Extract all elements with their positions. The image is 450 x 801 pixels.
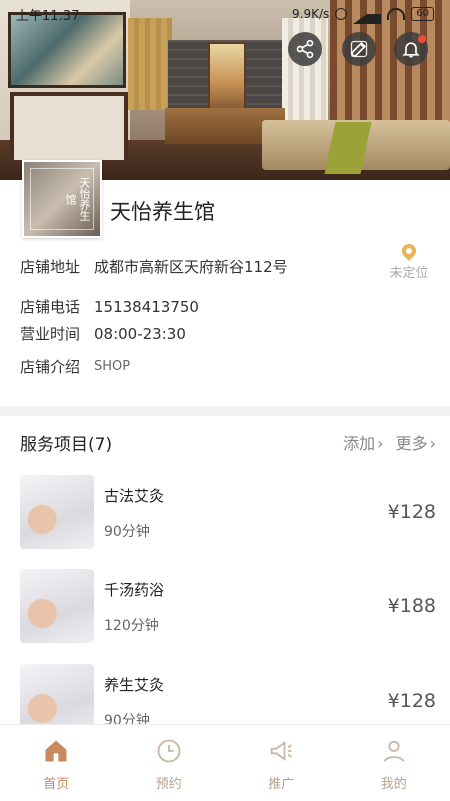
share-icon [295,39,315,59]
nav-mine-label: 我的 [381,777,407,792]
intro-label: 店铺介绍 [20,356,92,377]
service-name: 千汤药浴 [104,579,164,600]
status-bar: 上午11:37 9.9K/s 60 [0,0,450,26]
edit-icon [349,39,369,59]
bell-icon [401,39,421,59]
nav-booking[interactable]: 预约 [113,725,226,801]
status-time: 上午11:37 [16,5,79,24]
nav-booking-label: 预约 [156,777,182,792]
notification-badge [418,35,426,43]
service-price: ¥128 [388,501,436,523]
service-duration: 120分钟 [104,615,159,635]
location-button[interactable]: 未定位 [384,244,434,281]
section-divider [0,406,450,416]
intro-value: SHOP [94,359,130,374]
nav-home[interactable]: 首页 [0,725,113,801]
service-name: 古法艾灸 [104,485,164,506]
address-row: 店铺地址 成都市高新区天府新谷112号 [20,256,288,277]
service-thumbnail [20,569,94,643]
intro-row: 店铺介绍 SHOP [20,356,130,377]
phone-value[interactable]: 15138413750 [94,298,199,316]
wifi-icon [387,8,405,20]
bottom-nav: 首页 预约 推广 我的 [0,724,450,801]
more-services-label: 更多 [396,434,428,453]
hours-row: 营业时间 08:00-23:30 [20,323,186,344]
location-pin-icon [399,241,419,261]
nav-promote-label: 推广 [268,777,294,792]
address-value: 成都市高新区天府新谷112号 [94,256,288,277]
service-duration: 90分钟 [104,521,150,541]
service-price: ¥188 [388,595,436,617]
user-icon [380,737,408,765]
battery-icon: 60 [411,7,434,21]
location-status: 未定位 [389,266,428,281]
address-label: 店铺地址 [20,256,92,277]
service-thumbnail [20,475,94,549]
chevron-right-icon: › [430,434,436,453]
store-banner-image [0,0,450,180]
hours-label: 营业时间 [20,323,92,344]
add-service-label: 添加 [343,434,375,453]
phone-row: 店铺电话 15138413750 [20,296,199,317]
nav-mine[interactable]: 我的 [338,725,450,801]
megaphone-icon [267,737,295,765]
services-actions: 添加› 更多› [343,430,436,454]
phone-label: 店铺电话 [20,296,92,317]
store-name: 天怡养生馆 [110,196,215,226]
nav-home-label: 首页 [43,777,69,792]
alarm-icon [335,8,347,20]
chevron-right-icon: › [377,434,383,453]
more-services-button[interactable]: 更多› [396,430,436,454]
signal-icon [353,4,381,24]
store-logo-text: 天怡养生馆 [30,168,94,230]
clock-icon [155,737,183,765]
store-logo[interactable]: 天怡养生馆 [22,160,102,238]
edit-button[interactable] [342,32,376,66]
service-price: ¥128 [388,690,436,712]
hours-value: 08:00-23:30 [94,325,186,343]
add-service-button[interactable]: 添加› [343,430,383,454]
home-icon [42,737,70,765]
services-title: 服务项目(7) [20,430,112,455]
service-item[interactable]: 古法艾灸 90分钟 ¥128 [20,475,436,549]
service-item[interactable]: 千汤药浴 120分钟 ¥188 [20,569,436,643]
notification-button[interactable] [394,32,428,66]
nav-promote[interactable]: 推广 [225,725,338,801]
share-button[interactable] [288,32,322,66]
network-speed: 9.9K/s [292,7,329,21]
service-name: 养生艾灸 [104,674,164,695]
